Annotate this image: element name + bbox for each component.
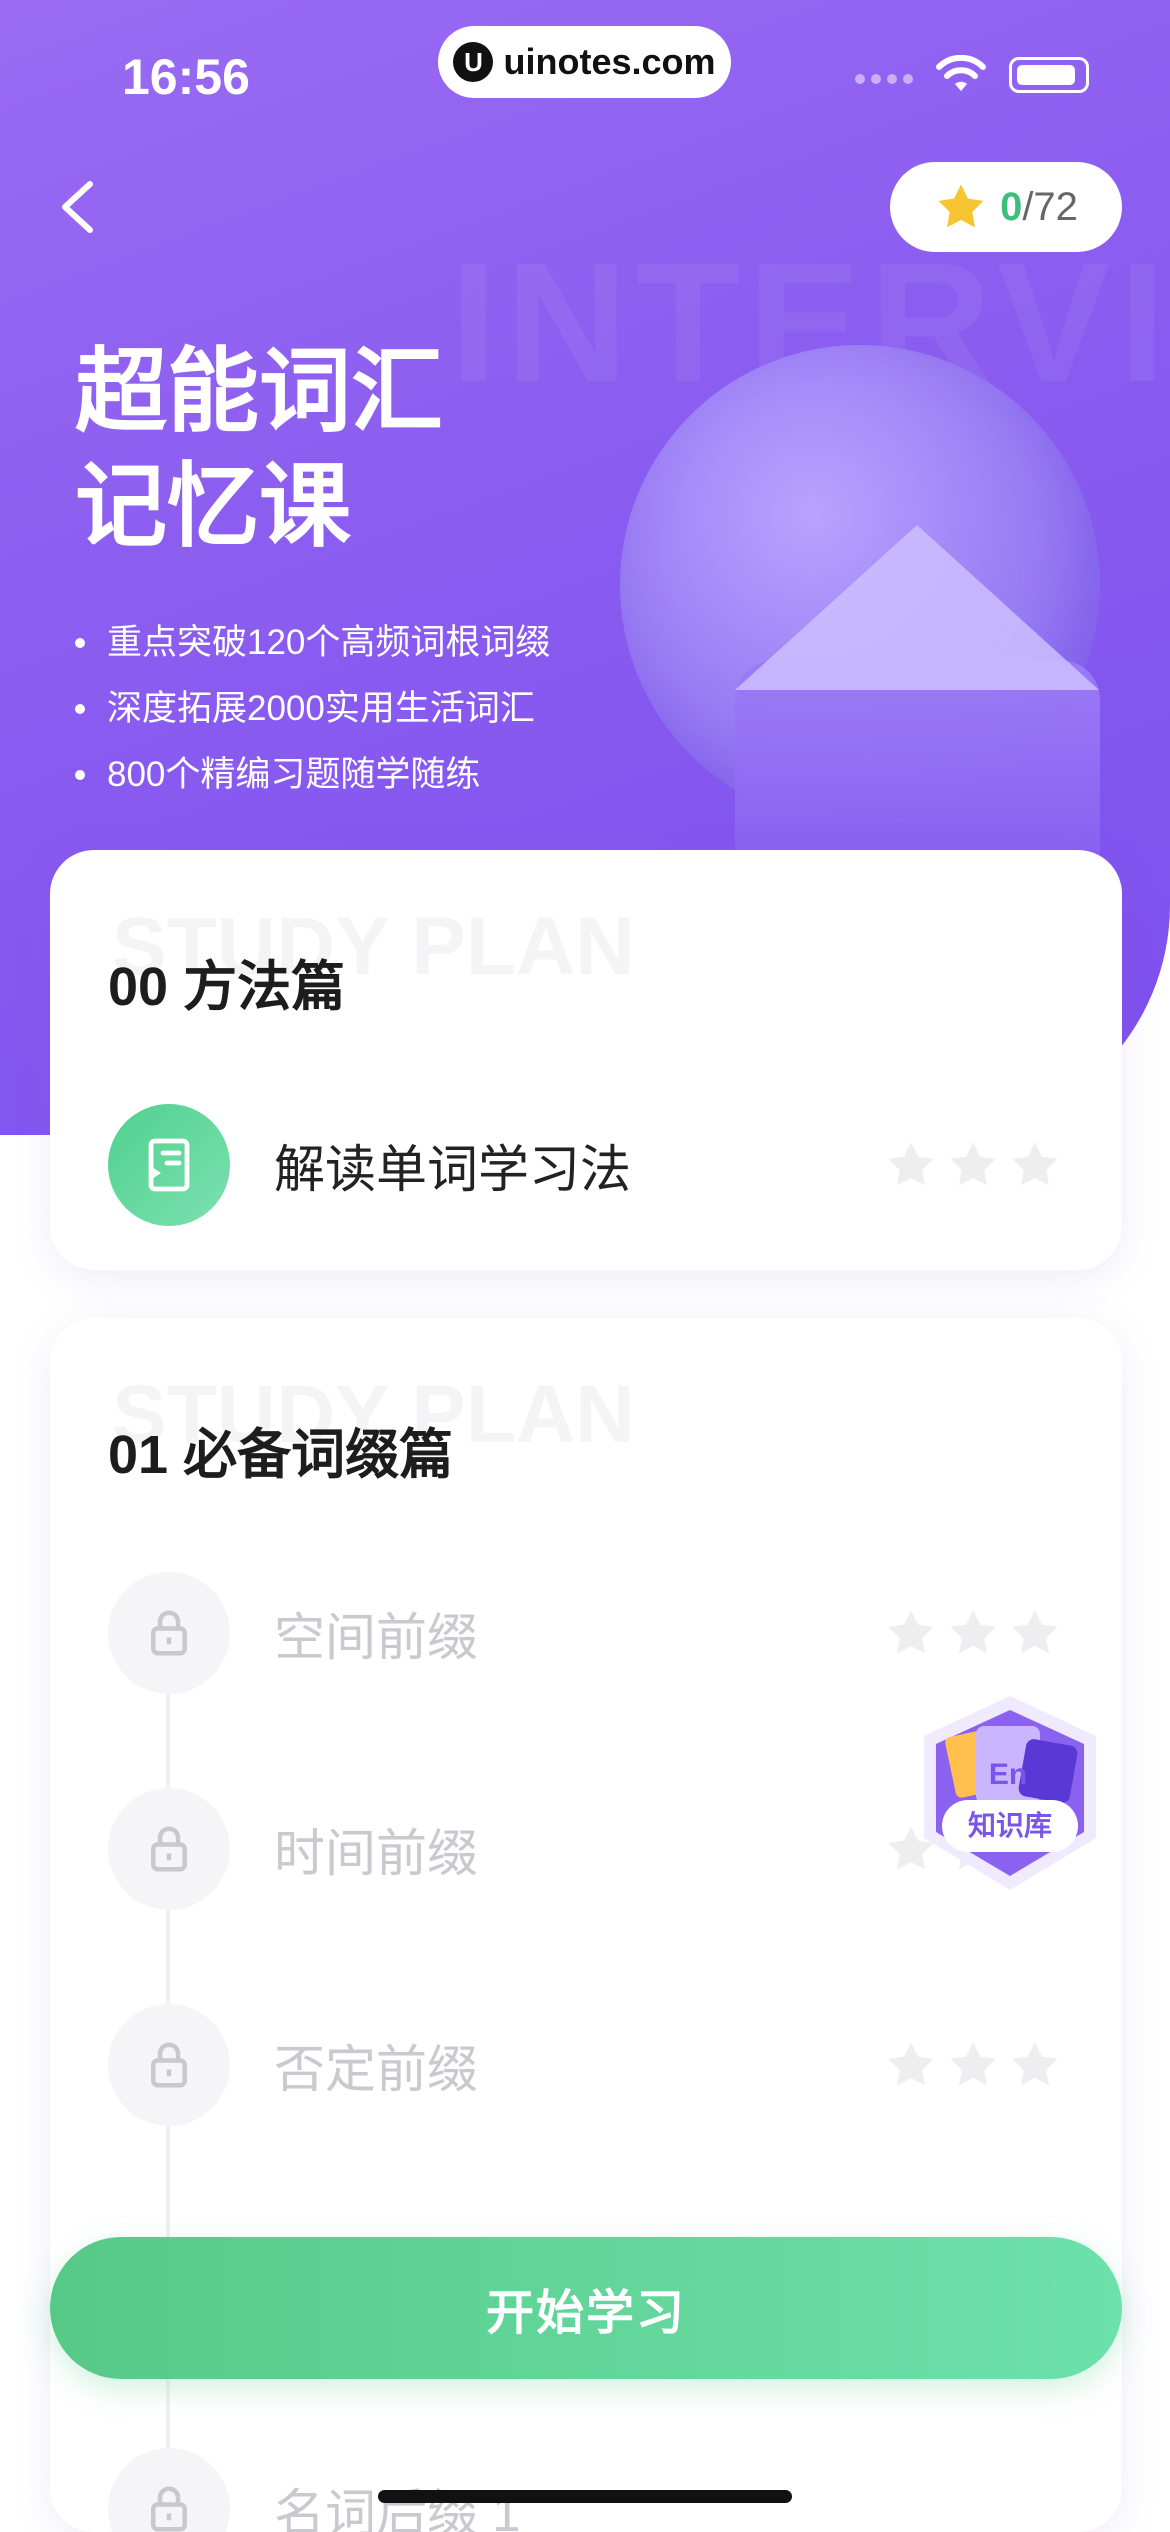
section-title: 00 方法篇 [108, 957, 346, 1017]
score-total: /72 [1022, 184, 1078, 229]
cellular-signal-icon [855, 66, 913, 84]
lock-icon [108, 2004, 230, 2126]
wifi-icon [936, 55, 986, 91]
lesson-label: 否定前缀 [274, 2041, 479, 2098]
url-text: uinotes.com [503, 41, 716, 82]
lesson-label: 空间前缀 [274, 1609, 479, 1666]
score-earned: 0 [1000, 184, 1023, 229]
battery-icon [1009, 57, 1089, 93]
decorative-prism-top [735, 525, 1099, 690]
lesson-label: 时间前缀 [274, 1825, 479, 1882]
star-empty-icon [1012, 1142, 1058, 1186]
status-time: 16:56 [122, 49, 250, 105]
uinotes-logo-icon: U [453, 42, 494, 82]
star-empty-icon [888, 2042, 934, 2086]
status-indicators [855, 55, 1089, 95]
star-empty-icon [950, 1142, 996, 1186]
lock-icon [108, 1572, 230, 1694]
section-title: 01 必备词缀篇 [108, 1425, 454, 1485]
title-line-1: 超能词汇 [75, 341, 444, 443]
lesson-document-icon [108, 1104, 230, 1226]
lock-icon [108, 2448, 230, 2532]
lesson-row[interactable]: 否定前缀 [108, 2004, 1062, 2126]
home-indicator [378, 2490, 792, 2503]
back-arrow-icon[interactable] [50, 172, 110, 242]
star-icon [938, 184, 984, 228]
star-score-pill[interactable]: 0/72 [890, 162, 1122, 252]
feature-item: 800个精编习题随学随练 [75, 742, 550, 808]
lesson-label: 解读单词学习法 [274, 1141, 632, 1198]
feature-item: 重点突破120个高频词根词缀 [75, 610, 550, 676]
lock-icon [108, 1788, 230, 1910]
feature-list: 重点突破120个高频词根词缀 深度拓展2000实用生活词汇 800个精编习题随学… [75, 610, 550, 808]
star-empty-icon [888, 1142, 934, 1186]
knowledge-base-badge[interactable]: En 知识库 [910, 1688, 1110, 1898]
star-empty-icon [950, 1610, 996, 1654]
feature-item: 深度拓展2000实用生活词汇 [75, 676, 550, 742]
lesson-row[interactable]: 空间前缀 [108, 1572, 1062, 1694]
star-empty-icon [1012, 2042, 1058, 2086]
lesson-row[interactable]: 解读单词学习法 [108, 1104, 1062, 1226]
url-pill: U uinotes.com [438, 26, 731, 98]
section-card-methods: STUDY PLAN 00 方法篇 解读单词学习法 [50, 850, 1122, 1270]
lesson-stars [884, 1606, 1062, 1660]
badge-card-text: En [989, 1758, 1027, 1791]
star-empty-icon [888, 1610, 934, 1654]
page-title: 超能词汇 记忆课 [75, 335, 443, 565]
lesson-stars [884, 2038, 1062, 2092]
badge-label: 知识库 [968, 1809, 1052, 1841]
lesson-stars [884, 1138, 1062, 1192]
title-line-2: 记忆课 [75, 456, 352, 558]
star-empty-icon [1012, 1610, 1058, 1654]
star-empty-icon [950, 2042, 996, 2086]
start-learning-button[interactable]: 开始学习 [50, 2237, 1122, 2379]
